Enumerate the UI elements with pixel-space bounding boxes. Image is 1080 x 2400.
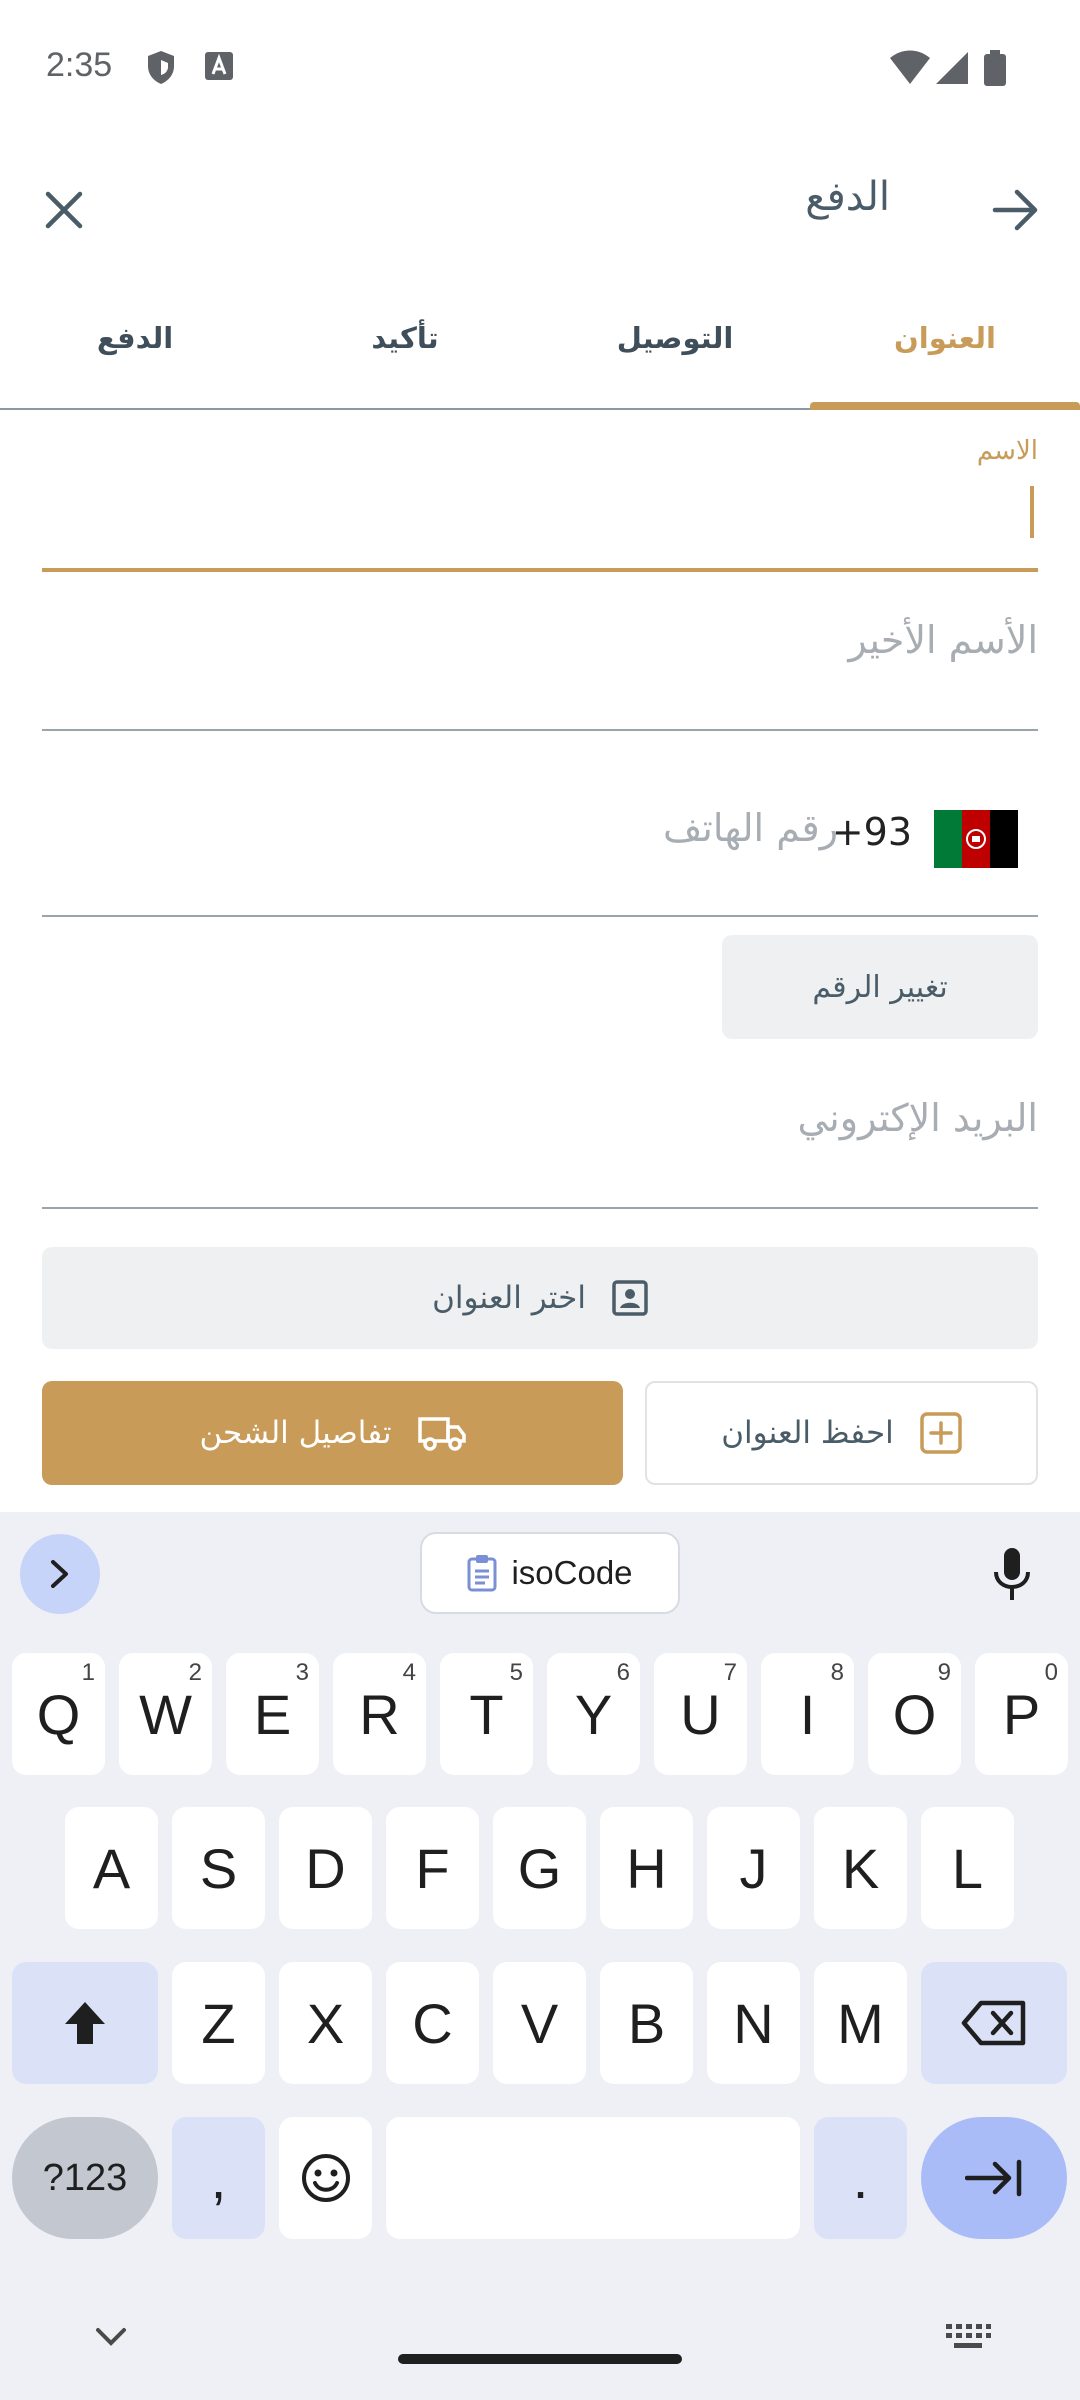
clipboard-icon — [467, 1555, 497, 1592]
key-k[interactable]: K — [814, 1807, 907, 1929]
accessibility-icon — [205, 52, 233, 80]
keyboard-toolbar: isoCode — [0, 1512, 1080, 1632]
key-w[interactable]: W2 — [119, 1653, 212, 1775]
key-u[interactable]: U7 — [654, 1653, 747, 1775]
backspace-icon — [961, 2000, 1026, 2046]
key-z[interactable]: Z — [172, 1962, 265, 2084]
key-t[interactable]: T5 — [440, 1653, 533, 1775]
wifi-icon — [890, 50, 930, 84]
microphone-button[interactable] — [982, 1542, 1042, 1606]
last-name-placeholder: الأسم الأخير — [848, 618, 1038, 662]
keyboard-expand-button[interactable] — [20, 1534, 100, 1614]
checkout-tabs: الدفع تأكيد التوصيل العنوان — [0, 290, 1080, 410]
tab-indicator — [810, 402, 1080, 410]
signal-icon — [936, 52, 968, 84]
clipboard-suggestion-text: isoCode — [511, 1554, 633, 1591]
close-button[interactable] — [32, 178, 96, 242]
tab-confirm[interactable]: تأكيد — [270, 290, 540, 410]
first-name-field[interactable]: الاسم — [42, 436, 1038, 576]
email-field[interactable]: البريد الإكتروني — [42, 1080, 1038, 1210]
key-q[interactable]: Q1 — [12, 1653, 105, 1775]
phone-underline — [42, 915, 1038, 917]
key-y[interactable]: Y6 — [547, 1653, 640, 1775]
key-n[interactable]: N — [707, 1962, 800, 2084]
dial-code: +93 — [831, 810, 912, 854]
forward-button[interactable] — [984, 178, 1048, 242]
key-x[interactable]: X — [279, 1962, 372, 2084]
tab-payment[interactable]: الدفع — [0, 290, 270, 410]
period-key[interactable]: . — [814, 2117, 907, 2239]
key-h[interactable]: H — [600, 1807, 693, 1929]
emoji-key[interactable] — [279, 2117, 372, 2239]
keyboard-switch-icon[interactable] — [944, 2320, 992, 2354]
backspace-key[interactable] — [921, 1962, 1067, 2084]
afghanistan-flag-icon[interactable] — [934, 810, 1018, 868]
phone-placeholder: رقم الهاتف — [662, 806, 838, 850]
email-placeholder: البريد الإكتروني — [797, 1096, 1038, 1140]
key-c[interactable]: C — [386, 1962, 479, 2084]
email-underline — [42, 1207, 1038, 1209]
tab-next-icon — [965, 2159, 1022, 2197]
home-gesture-pill[interactable] — [398, 2354, 682, 2364]
tab-next-key[interactable] — [921, 2117, 1067, 2239]
select-address-label: اختر العنوان — [432, 1280, 586, 1316]
clipboard-suggestion-chip[interactable]: isoCode — [420, 1532, 680, 1614]
key-b[interactable]: B — [600, 1962, 693, 2084]
key-p[interactable]: P0 — [975, 1653, 1068, 1775]
key-v[interactable]: V — [493, 1962, 586, 2084]
symbols-key[interactable]: ?123 — [12, 2117, 158, 2239]
add-box-icon — [920, 1412, 962, 1454]
phone-field[interactable]: +93 رقم الهاتف — [42, 780, 1038, 920]
status-bar: 2:35 — [0, 0, 1080, 135]
last-name-field[interactable]: الأسم الأخير — [42, 600, 1038, 732]
status-time: 2:35 — [46, 46, 113, 84]
save-address-button[interactable]: احفظ العنوان — [645, 1381, 1038, 1485]
page-title: الدفع — [805, 174, 890, 220]
shift-icon — [65, 2002, 105, 2044]
truck-icon — [417, 1417, 466, 1451]
app-bar: الدفع — [0, 150, 1080, 270]
last-name-underline — [42, 729, 1038, 731]
key-r[interactable]: R4 — [333, 1653, 426, 1775]
microphone-icon — [994, 1548, 1030, 1600]
arrow-forward-icon — [992, 189, 1038, 231]
key-s[interactable]: S — [172, 1807, 265, 1929]
shift-key[interactable] — [12, 1962, 158, 2084]
first-name-underline — [42, 568, 1038, 572]
hide-keyboard-icon[interactable] — [94, 2326, 128, 2348]
emoji-icon — [301, 2154, 350, 2202]
key-j[interactable]: J — [707, 1807, 800, 1929]
key-m[interactable]: M — [814, 1962, 907, 2084]
contact-card-icon — [612, 1280, 648, 1316]
tab-delivery[interactable]: التوصيل — [540, 290, 810, 410]
shipping-details-button[interactable]: تفاصيل الشحن — [42, 1381, 623, 1485]
key-d[interactable]: D — [279, 1807, 372, 1929]
key-f[interactable]: F — [386, 1807, 479, 1929]
select-address-button[interactable]: اختر العنوان — [42, 1247, 1038, 1349]
comma-key[interactable]: , — [172, 2117, 265, 2239]
key-l[interactable]: L — [921, 1807, 1014, 1929]
key-e[interactable]: E3 — [226, 1653, 319, 1775]
save-address-label: احفظ العنوان — [721, 1415, 894, 1451]
text-caret — [1030, 486, 1034, 538]
space-key[interactable] — [386, 2117, 800, 2239]
chevron-right-icon — [51, 1560, 68, 1588]
change-number-button[interactable]: تغيير الرقم — [722, 935, 1038, 1039]
soft-keyboard: isoCode Q1 W2 E3 R4 T5 Y6 U7 I8 O9 P0 A … — [0, 1512, 1080, 2400]
key-a[interactable]: A — [65, 1807, 158, 1929]
key-o[interactable]: O9 — [868, 1653, 961, 1775]
shipping-details-label: تفاصيل الشحن — [199, 1415, 392, 1451]
shield-icon — [148, 51, 174, 84]
close-icon — [45, 191, 83, 229]
key-g[interactable]: G — [493, 1807, 586, 1929]
key-i[interactable]: I8 — [761, 1653, 854, 1775]
navigation-bar — [0, 2300, 1080, 2400]
tab-address[interactable]: العنوان — [810, 290, 1080, 410]
battery-icon — [984, 50, 1006, 86]
first-name-label: الاسم — [976, 436, 1038, 466]
